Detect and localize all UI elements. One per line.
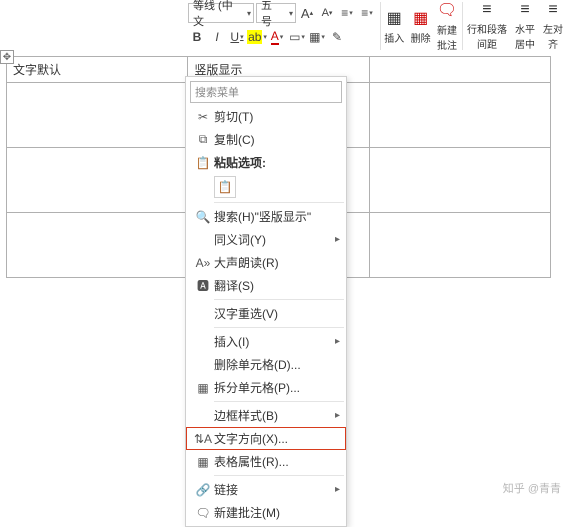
menu-search-input[interactable]: 搜索菜单: [190, 81, 342, 103]
menu-link[interactable]: 🔗 链接: [186, 478, 346, 501]
menu-separator: [214, 299, 344, 300]
mini-toolbar: 等线 (中文 五号 A▴ A▾ ≡ ≡ B I U ab A ▭ ▦ ✎ ▦ 插…: [180, 0, 569, 50]
menu-reconvert[interactable]: 汉字重选(V): [186, 302, 346, 325]
font-combo[interactable]: 等线 (中文: [188, 3, 254, 23]
comment-icon: 🗨: [192, 506, 214, 520]
translate-icon: 🅰: [192, 277, 214, 294]
menu-new-comment[interactable]: 🗨 新建批注(M): [186, 501, 346, 524]
context-menu: 搜索菜单 ✂ 剪切(T) ⧉ 复制(C) 📋 粘贴选项: 📋 🔍 搜索(H)"竖…: [185, 76, 347, 527]
shading-button[interactable]: ▭: [288, 28, 306, 46]
menu-translate[interactable]: 🅰 翻译(S): [186, 274, 346, 297]
table-cell[interactable]: [369, 213, 550, 278]
table-move-handle[interactable]: ✥: [0, 50, 14, 64]
insert-table-button[interactable]: ▦ 插入: [381, 2, 407, 50]
table-cell[interactable]: [369, 57, 550, 83]
font-grow-button[interactable]: A▴: [298, 4, 316, 22]
paste-options-row: 📋: [186, 174, 346, 200]
clipboard-icon: 📋: [192, 156, 214, 170]
table-cell[interactable]: 文字默认: [7, 57, 188, 83]
menu-split-cells[interactable]: ▦ 拆分单元格(P)...: [186, 376, 346, 399]
text-direction-icon: ⇅A: [192, 432, 214, 446]
bullets-button[interactable]: ≡: [338, 4, 356, 22]
font-shrink-button[interactable]: A▾: [318, 4, 336, 22]
table-cell[interactable]: [7, 213, 188, 278]
format-painter-button[interactable]: ✎: [328, 28, 346, 46]
line-spacing-button[interactable]: ≡ 行和段落 间距: [465, 2, 509, 50]
menu-text-direction[interactable]: ⇅A 文字方向(X)...: [186, 427, 346, 450]
table-cell[interactable]: [7, 83, 188, 148]
paste-keep-source-button[interactable]: 📋: [214, 176, 236, 198]
copy-icon: ⧉: [192, 132, 214, 147]
menu-insert[interactable]: 插入(I): [186, 330, 346, 353]
align-left-icon: ≡: [548, 1, 557, 19]
menu-read-aloud[interactable]: A» 大声朗读(R): [186, 251, 346, 274]
menu-separator: [214, 475, 344, 476]
menu-separator: [214, 327, 344, 328]
delete-table-button[interactable]: ▦ 删除: [407, 2, 433, 50]
menu-synonyms[interactable]: 同义词(Y): [186, 228, 346, 251]
highlight-button[interactable]: ab: [248, 28, 266, 46]
size-combo[interactable]: 五号: [256, 3, 296, 23]
menu-copy[interactable]: ⧉ 复制(C): [186, 128, 346, 151]
menu-cut[interactable]: ✂ 剪切(T): [186, 105, 346, 128]
table-cell[interactable]: [369, 83, 550, 148]
numbering-button[interactable]: ≡: [358, 4, 376, 22]
table-cell[interactable]: [369, 148, 550, 213]
menu-separator: [214, 401, 344, 402]
scissors-icon: ✂: [192, 110, 214, 124]
split-cells-icon: ▦: [192, 381, 214, 395]
menu-separator: [214, 202, 344, 203]
table-cell[interactable]: [7, 148, 188, 213]
table-properties-icon: ▦: [192, 455, 214, 469]
link-icon: 🔗: [192, 483, 214, 497]
center-horizontal-button[interactable]: ≡ 水平居中: [509, 2, 541, 50]
bold-button[interactable]: B: [188, 28, 206, 46]
search-icon: 🔍: [192, 210, 214, 224]
align-left-button[interactable]: ≡ 左对 齐: [541, 2, 565, 50]
font-color-button[interactable]: A: [268, 28, 286, 46]
new-comment-button[interactable]: 🗨 新建 批注: [434, 2, 460, 50]
underline-button[interactable]: U: [228, 28, 246, 46]
borders-button[interactable]: ▦: [308, 28, 326, 46]
menu-smart-lookup[interactable]: 🔍 搜索(H)"竖版显示": [186, 205, 346, 228]
menu-border-styles[interactable]: 边框样式(B): [186, 404, 346, 427]
speaker-icon: A»: [192, 256, 214, 270]
align-center-icon: ≡: [520, 1, 529, 19]
menu-table-properties[interactable]: ▦ 表格属性(R)...: [186, 450, 346, 473]
line-spacing-icon: ≡: [482, 1, 491, 19]
italic-button[interactable]: I: [208, 28, 226, 46]
menu-delete-cells[interactable]: 删除单元格(D)...: [186, 353, 346, 376]
table-delete-icon: ▦: [413, 8, 428, 28]
comment-icon: 🗨: [437, 0, 457, 20]
menu-paste-options-label: 📋 粘贴选项:: [186, 151, 346, 174]
table-insert-icon: ▦: [387, 8, 402, 28]
watermark: 知乎 @青青: [503, 480, 561, 496]
